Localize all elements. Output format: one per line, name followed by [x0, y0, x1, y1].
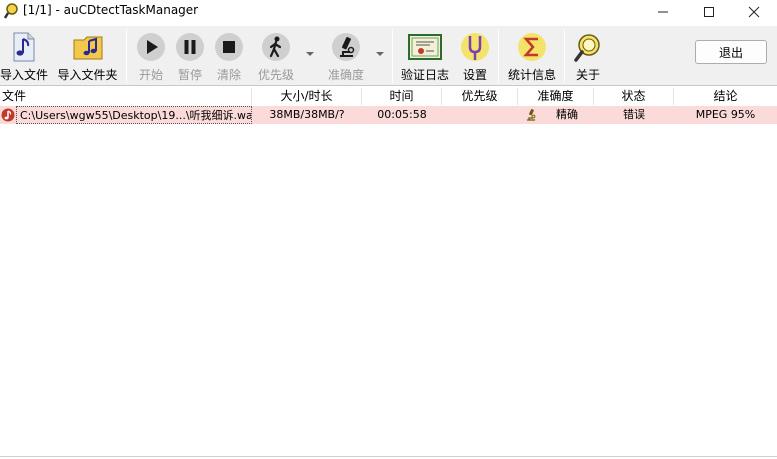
tuning-fork-icon — [461, 33, 489, 61]
minimize-icon — [658, 11, 668, 13]
toolbar-separator — [126, 29, 127, 83]
column-header-file[interactable]: 文件 — [0, 88, 252, 105]
start-button[interactable]: 开始 — [133, 26, 169, 86]
about-button[interactable]: 关于 — [570, 26, 606, 86]
size-cell: 38MB/38MB/? — [269, 108, 345, 121]
time-cell: 00:05:58 — [377, 108, 427, 121]
certificate-icon — [408, 34, 442, 60]
magnifier-icon — [3, 3, 18, 19]
verify-log-label: 验证日志 — [400, 68, 449, 82]
settings-button[interactable]: 设置 — [456, 26, 494, 86]
window-title: [1/1] - auCDtectTaskManager — [23, 3, 199, 17]
exit-button[interactable]: 退出 — [695, 40, 767, 64]
maximize-button[interactable] — [686, 0, 732, 24]
close-button[interactable] — [731, 0, 777, 24]
status-cell: 错误 — [623, 108, 645, 121]
music-folder-icon — [73, 36, 102, 60]
about-label: 关于 — [575, 68, 600, 82]
microscope-icon — [527, 109, 536, 121]
priority-label: 优先级 — [257, 68, 294, 82]
accuracy-dropdown-arrow[interactable] — [376, 52, 384, 56]
priority-cell — [442, 106, 518, 124]
pause-label: 暂停 — [177, 68, 202, 82]
title-bar: [1/1] - auCDtectTaskManager — [0, 0, 777, 24]
clear-label: 清除 — [216, 68, 241, 82]
stop-icon — [215, 33, 243, 61]
import-file-button[interactable]: 导入文件 — [0, 26, 48, 86]
play-icon — [137, 33, 165, 61]
microscope-icon — [332, 33, 360, 61]
accuracy-button[interactable]: 准确度 — [324, 26, 368, 86]
toolbar-separator — [498, 29, 499, 83]
column-header-size[interactable]: 大小/时长 — [252, 88, 362, 105]
column-header-accuracy[interactable]: 准确度 — [518, 88, 594, 105]
accuracy-cell: 精确 — [556, 108, 578, 121]
walking-man-icon — [262, 33, 290, 61]
import-file-label: 导入文件 — [0, 68, 49, 82]
column-header-status[interactable]: 状态 — [594, 88, 674, 105]
column-header-conclusion[interactable]: 结论 — [674, 88, 777, 105]
close-icon — [748, 6, 760, 18]
table-header: 文件 大小/时长 时间 优先级 准确度 状态 结论 — [0, 88, 777, 105]
import-folder-label: 导入文件夹 — [57, 68, 118, 82]
statistics-label: 统计信息 — [507, 68, 556, 82]
import-folder-button[interactable]: 导入文件夹 — [55, 26, 120, 86]
table-row[interactable]: C:\Users\wgw55\Desktop\19...\听我细诉.wav 38… — [0, 106, 777, 124]
priority-dropdown-arrow[interactable] — [306, 52, 314, 56]
clear-button[interactable]: 清除 — [211, 26, 247, 86]
verify-log-button[interactable]: 验证日志 — [399, 26, 451, 86]
toolbar-separator — [392, 29, 393, 83]
toolbar: 导入文件 导入文件夹 开始 暂停 清除 优先级 准确度 验证日志 设置 统计信息… — [0, 26, 777, 86]
statistics-button[interactable]: 统计信息 — [505, 26, 559, 86]
column-header-time[interactable]: 时间 — [362, 88, 442, 105]
accuracy-label: 准确度 — [327, 68, 364, 82]
sigma-icon — [518, 33, 546, 61]
minimize-button[interactable] — [640, 0, 686, 24]
conclusion-cell: MPEG 95% — [695, 108, 756, 121]
file-path-cell: C:\Users\wgw55\Desktop\19...\听我细诉.wav — [16, 106, 252, 124]
music-file-error-icon — [1, 108, 15, 122]
magnifier-icon — [574, 34, 600, 62]
music-note-file-icon — [13, 32, 35, 62]
settings-label: 设置 — [462, 68, 487, 82]
priority-button[interactable]: 优先级 — [254, 26, 298, 86]
window-bottom-border — [0, 456, 777, 457]
maximize-icon — [704, 7, 714, 17]
pause-button[interactable]: 暂停 — [172, 26, 208, 86]
column-header-priority[interactable]: 优先级 — [442, 88, 518, 105]
toolbar-separator — [564, 29, 565, 83]
start-label: 开始 — [138, 68, 163, 82]
pause-icon — [176, 33, 204, 61]
